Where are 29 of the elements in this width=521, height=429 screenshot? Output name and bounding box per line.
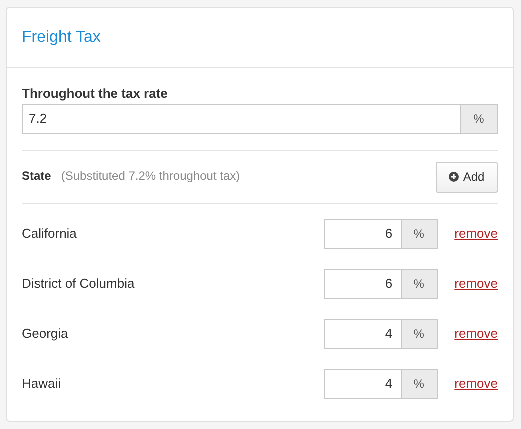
tax-rate-input[interactable]: 7.2: [23, 105, 460, 133]
percent-addon: %: [400, 370, 437, 398]
state-name: District of Columbia: [22, 275, 136, 294]
add-button[interactable]: Add: [436, 162, 498, 192]
state-note: (Substituted 7.2% throughout tax): [61, 168, 240, 185]
state-rate-input[interactable]: 4: [324, 320, 401, 348]
remove-link[interactable]: remove: [454, 324, 498, 344]
state-rate-field[interactable]: 6 %: [324, 269, 438, 299]
remove-link[interactable]: remove: [454, 374, 498, 394]
state-name: California: [22, 225, 78, 244]
percent-addon: %: [460, 105, 497, 133]
state-rate-field[interactable]: 4 %: [324, 369, 438, 399]
card-title: Freight Tax: [22, 28, 101, 48]
state-rate-input[interactable]: 6: [324, 270, 401, 298]
state-rate-input[interactable]: 6: [324, 220, 401, 248]
field-label: Throughout the tax rate: [22, 86, 169, 102]
remove-link[interactable]: remove: [454, 224, 498, 244]
percent-addon: %: [400, 220, 437, 248]
state-rate-field[interactable]: 4 %: [324, 319, 438, 349]
remove-link[interactable]: remove: [454, 274, 498, 294]
percent-addon: %: [400, 320, 437, 348]
tax-rate-field[interactable]: 7.2 %: [22, 104, 498, 134]
state-heading: State: [22, 168, 52, 185]
state-name: Georgia: [22, 325, 70, 344]
state-name: Hawaii: [22, 375, 62, 394]
plus-circle-icon: [449, 172, 460, 182]
state-rate-input[interactable]: 4: [324, 370, 401, 398]
percent-addon: %: [400, 270, 437, 298]
state-rate-field[interactable]: 6 %: [324, 219, 438, 249]
